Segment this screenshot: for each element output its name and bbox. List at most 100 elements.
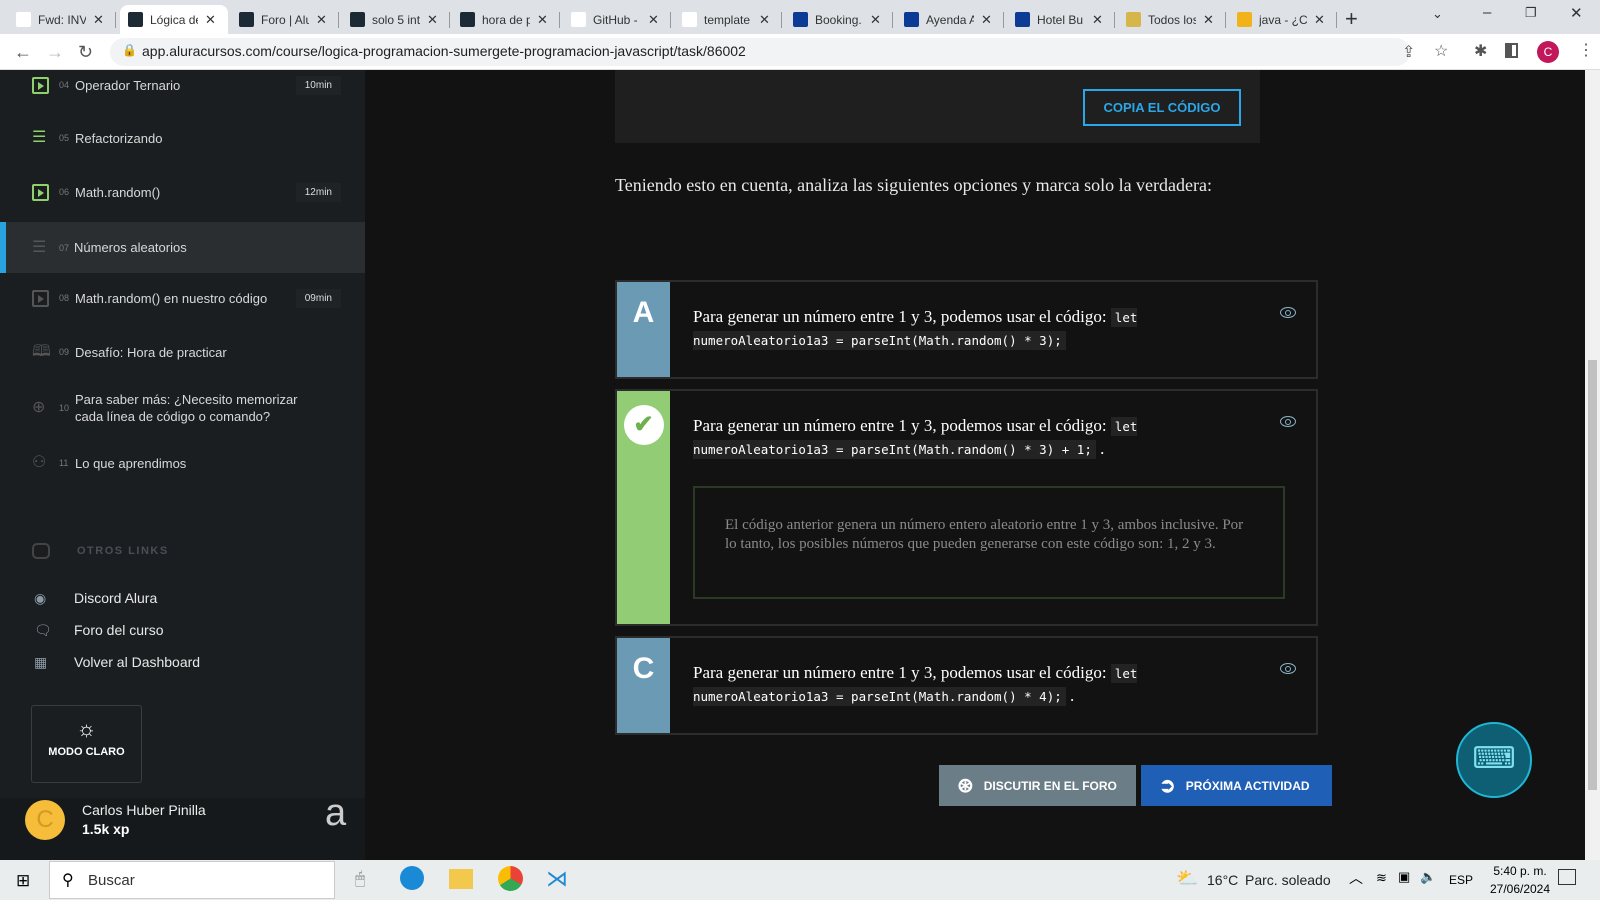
language-indicator[interactable]: ESP — [1449, 873, 1473, 887]
close-tab-icon[interactable]: ✕ — [1314, 12, 1325, 28]
next-activity-button[interactable]: ➲ PRÓXIMA ACTIVIDAD — [1141, 765, 1332, 806]
url-input[interactable]: 🔒 app.aluracursos.com/course/logica-prog… — [110, 38, 1410, 66]
chat-assistant-button[interactable]: ⌨ — [1456, 722, 1532, 798]
close-tab-icon[interactable]: ✕ — [648, 12, 659, 28]
close-tab-icon[interactable]: ✕ — [537, 12, 548, 28]
lesson-number: 11 — [59, 458, 69, 468]
weather-desc[interactable]: Parc. soleado — [1245, 872, 1331, 888]
answer-option[interactable]: A Para generar un número entre 1 y 3, pod… — [615, 280, 1318, 379]
minimize-button[interactable]: – — [1483, 4, 1491, 21]
option-statement: Para generar un número entre 1 y 3, pode… — [693, 416, 1107, 435]
wifi-icon[interactable]: ≋ — [1376, 870, 1387, 886]
clock-time[interactable]: 5:40 p. m. — [1485, 864, 1555, 878]
side-panel-icon[interactable] — [1505, 43, 1518, 58]
browser-tab[interactable]: hora de p ✕ — [452, 5, 560, 34]
browser-tab[interactable]: Foro | Alu ✕ — [231, 5, 339, 34]
reload-icon[interactable]: ↻ — [78, 42, 93, 63]
light-mode-label: MODO CLARO — [48, 746, 125, 758]
close-tab-icon[interactable]: ✕ — [93, 12, 104, 28]
browser-tab[interactable]: template ✕ — [674, 5, 782, 34]
sidebar-lesson[interactable]: ☰ 07 Números aleatorios — [0, 222, 365, 273]
close-tab-icon[interactable]: ✕ — [1092, 12, 1103, 28]
lesson-title: Desafío: Hora de practicar — [75, 344, 227, 360]
chrome-icon[interactable] — [498, 866, 523, 891]
taskbar: ⊞ ⚲ Buscar 🖱 ⋊ ⛅ 16°C Parc. soleado ︿ ≋ … — [0, 860, 1600, 900]
extensions-icon[interactable]: ✱ — [1474, 41, 1487, 61]
close-tab-icon[interactable]: ✕ — [981, 12, 992, 28]
scrollbar-thumb[interactable] — [1588, 360, 1597, 790]
light-mode-button[interactable]: ☼ MODO CLARO — [31, 705, 142, 783]
new-tab-button[interactable]: + — [1345, 6, 1358, 32]
lesson-duration: 10min — [295, 75, 341, 95]
sidebar-lesson[interactable]: 06 Math.random() 12min — [0, 177, 365, 207]
close-tab-icon[interactable]: ✕ — [870, 12, 881, 28]
forum-button-label: DISCUTIR EN EL FORO — [983, 778, 1117, 793]
eye-icon[interactable] — [1280, 416, 1296, 427]
close-tab-icon[interactable]: ✕ — [316, 12, 327, 28]
copy-code-button[interactable]: COPIA EL CÓDIGO — [1083, 89, 1241, 126]
menu-icon[interactable]: ⋮ — [1578, 40, 1594, 60]
close-tab-icon[interactable]: ✕ — [205, 12, 216, 28]
close-tab-icon[interactable]: ✕ — [1203, 12, 1214, 28]
tab-title: hora de p — [482, 12, 530, 27]
alura-logo-icon[interactable]: a — [325, 792, 346, 835]
tab-title: GitHub - — [593, 12, 638, 27]
sidebar-lesson[interactable]: ☰ 05 Refactorizando — [0, 123, 365, 153]
browser-tab[interactable]: Todos los ✕ — [1118, 5, 1226, 34]
browser-tab[interactable]: solo 5 int ✕ — [342, 5, 450, 34]
tab-search-button[interactable]: ⌄ — [1432, 6, 1443, 22]
browser-tab[interactable]: Hotel Bu ✕ — [1007, 5, 1115, 34]
profile-avatar[interactable]: C — [1537, 41, 1559, 63]
mouse-app-icon[interactable]: 🖱 — [355, 869, 365, 889]
answer-option[interactable]: ✔ Para generar un número entre 1 y 3, pod… — [615, 389, 1318, 626]
volume-icon[interactable]: 🔈 — [1420, 869, 1436, 885]
other-link[interactable]: 🗨 Foro del curso — [34, 622, 163, 639]
lesson-number: 08 — [59, 293, 70, 303]
browser-tab[interactable]: GitHub - ✕ — [563, 5, 671, 34]
vscode-icon[interactable]: ⋊ — [546, 866, 568, 892]
sidebar-lesson[interactable]: ⚇ 11 Lo que aprendimos — [0, 448, 365, 478]
sidebar-lesson[interactable]: ⊕ 10 Para saber más: ¿Necesito memorizar c… — [0, 386, 365, 430]
browser-tab[interactable]: Ayenda A ✕ — [896, 5, 1004, 34]
other-link[interactable]: ◉ Discord Alura — [34, 590, 157, 607]
chevron-up-icon[interactable]: ︿ — [1349, 868, 1363, 888]
browser-tab[interactable]: Fwd: INV ✕ — [8, 5, 116, 34]
weather-temp[interactable]: 16°C — [1207, 872, 1238, 888]
scrollbar[interactable] — [1585, 70, 1600, 860]
camera-icon[interactable]: ▣ — [1398, 869, 1410, 885]
bookmark-star-icon[interactable]: ☆ — [1434, 41, 1448, 61]
tab-title: Ayenda A — [926, 12, 974, 27]
browser-tab[interactable]: Lógica de ✕ — [120, 5, 228, 34]
edge-icon[interactable] — [400, 866, 424, 890]
clock-date[interactable]: 27/06/2024 — [1480, 882, 1560, 896]
close-tab-icon[interactable]: ✕ — [427, 12, 438, 28]
sidebar-lesson[interactable]: 🕮 09 Desafío: Hora de practicar — [0, 337, 365, 367]
windows-start-icon[interactable]: ⊞ — [16, 871, 30, 891]
option-letter: C — [617, 638, 670, 733]
sidebar-lesson[interactable]: 08 Math.random() en nuestro código 09min — [0, 283, 365, 313]
option-suffix: . — [1100, 439, 1105, 458]
tab-title: Fwd: INV — [38, 12, 86, 27]
user-avatar[interactable]: C — [25, 800, 65, 840]
back-icon[interactable]: ← — [14, 42, 32, 63]
close-tab-icon[interactable]: ✕ — [759, 12, 770, 28]
browser-tab[interactable]: java - ¿C ✕ — [1229, 5, 1337, 34]
file-explorer-icon[interactable] — [449, 869, 473, 889]
close-window-button[interactable]: ✕ — [1570, 4, 1583, 22]
browser-tab[interactable]: Booking. ✕ — [785, 5, 893, 34]
sidebar-lesson[interactable]: 04 Operador Ternario 10min — [0, 70, 365, 100]
restore-button[interactable]: ❐ — [1525, 5, 1537, 21]
notifications-icon[interactable] — [1558, 869, 1576, 885]
eye-icon[interactable] — [1280, 307, 1296, 318]
forward-icon[interactable]: → — [46, 42, 64, 63]
user-name[interactable]: Carlos Huber Pinilla — [82, 802, 206, 818]
alura-icon — [239, 12, 254, 27]
other-link[interactable]: ▦ Volver al Dashboard — [34, 654, 200, 671]
discuss-forum-button[interactable]: ⊛ DISCUTIR EN EL FORO — [939, 765, 1136, 806]
eye-icon[interactable] — [1280, 663, 1296, 674]
tab-divider — [1336, 12, 1337, 28]
crest-icon — [1126, 12, 1141, 27]
answer-option[interactable]: C Para generar un número entre 1 y 3, pod… — [615, 636, 1318, 735]
taskbar-search[interactable]: ⚲ Buscar — [49, 861, 335, 899]
share-icon[interactable]: ⇪ — [1402, 42, 1415, 62]
